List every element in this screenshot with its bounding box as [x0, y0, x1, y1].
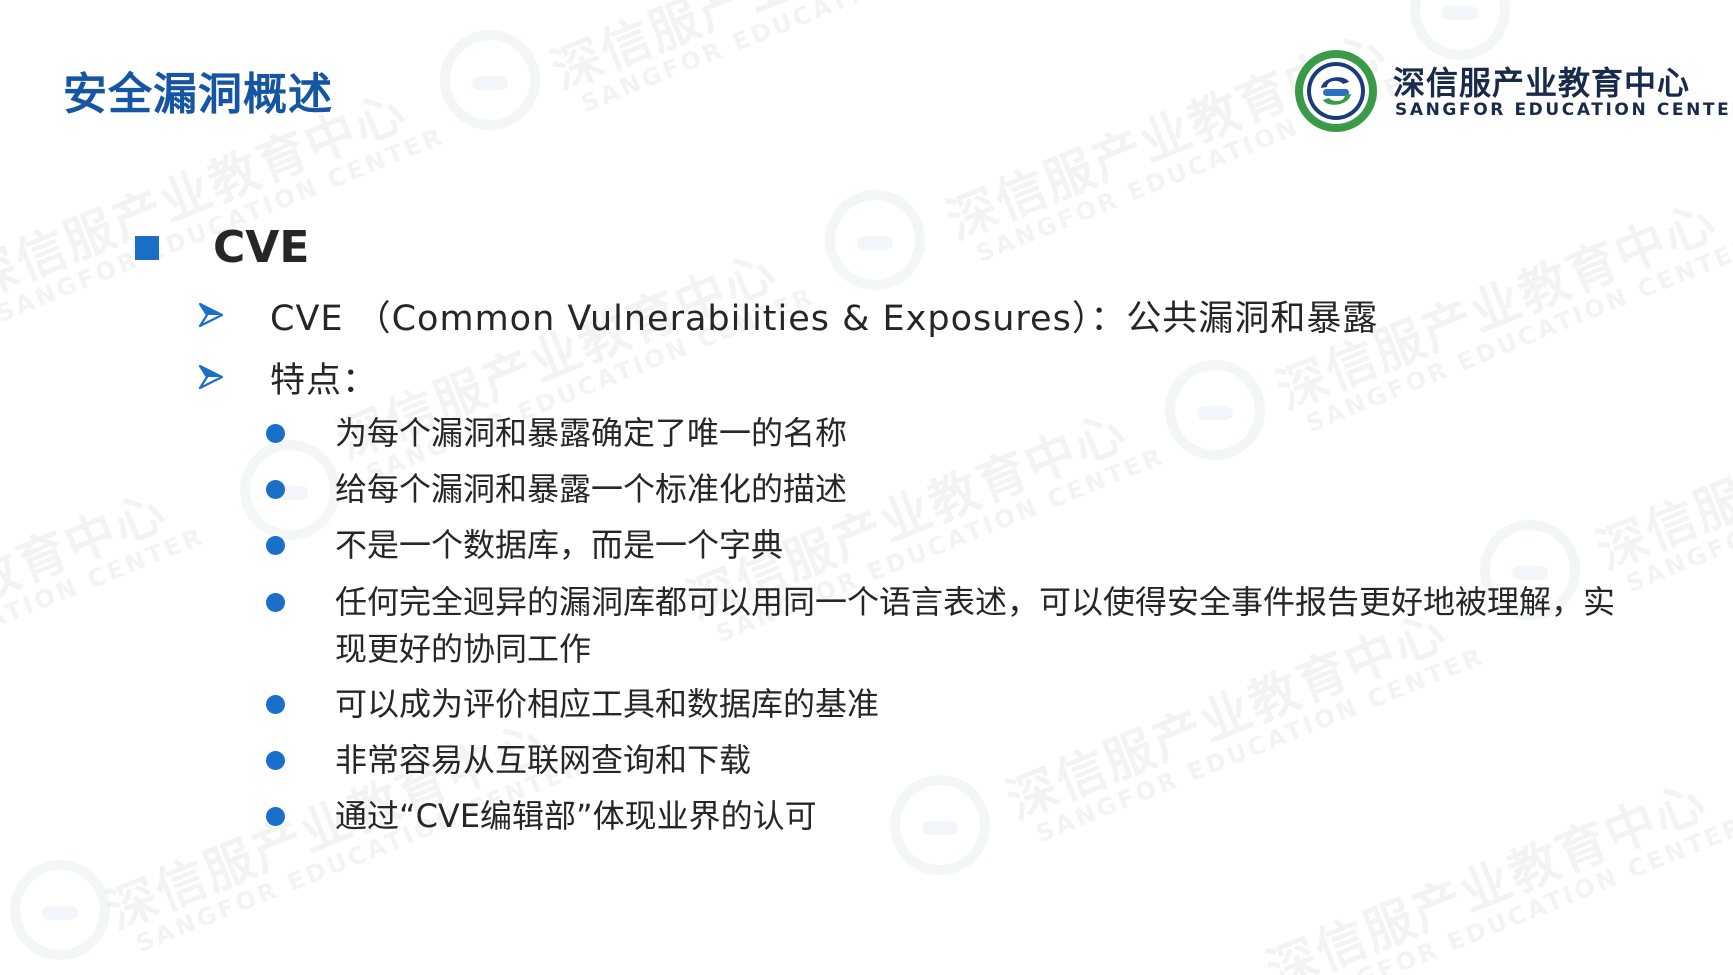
slide-content: CVE CVE （Common Vulnerabilities & Exposu… [0, 0, 1733, 975]
list-item-text: 为每个漏洞和暴露确定了唯一的名称 [335, 414, 848, 452]
sub-item-text: CVE （Common Vulnerabilities & Exposures）… [270, 299, 1379, 339]
sub-item-text: 特点： [270, 361, 379, 401]
list-item-text: 可以成为评价相应工具和数据库的基准 [335, 685, 880, 723]
list-item-text: 给每个漏洞和暴露一个标准化的描述 [335, 470, 848, 508]
square-bullet-icon [135, 236, 159, 260]
dot-bullet-icon [266, 807, 285, 826]
arrow-bullet-icon [198, 302, 224, 328]
dot-bullet-icon [266, 593, 285, 612]
section-title: CVE [213, 222, 310, 273]
slide: 深信服产业教育中心 SANGFOR EDUCATION CENTER 深信服产业… [0, 0, 1733, 975]
dot-bullet-icon [266, 695, 285, 714]
arrow-bullet-icon [198, 364, 224, 390]
dot-bullet-icon [266, 536, 285, 555]
dot-bullet-icon [266, 424, 285, 443]
list-item-text: 不是一个数据库，而是一个字典 [335, 526, 784, 564]
dot-bullet-icon [266, 751, 285, 770]
dot-bullet-icon [266, 480, 285, 499]
list-item-text: 通过“CVE编辑部”体现业界的认可 [335, 797, 817, 835]
list-item-text: 非常容易从互联网查询和下载 [335, 741, 752, 779]
list-item-text: 任何完全迥异的漏洞库都可以用同一个语言表述，可以使得安全事件报告更好地被理解，实… [335, 583, 1616, 668]
